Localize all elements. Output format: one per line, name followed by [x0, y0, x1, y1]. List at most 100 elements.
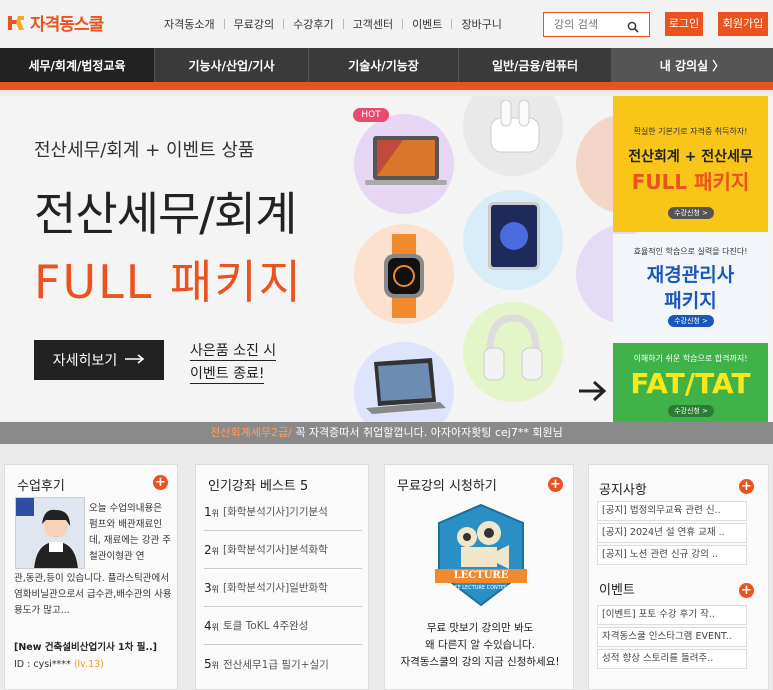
course-category: [화학분석기사]: [223, 544, 290, 556]
course-category: [화학분석기사]: [223, 506, 290, 518]
best5-item[interactable]: 4위 토클 ToKL 4주완성: [204, 607, 362, 645]
top-header: 자격동스쿨 자격동소개 무료강의 수강후기 고객센터 이벤트 장바구니 로그인 …: [0, 0, 773, 48]
rank-number: 2: [204, 542, 212, 557]
rank-label: 3위: [204, 581, 219, 595]
badge-sublabel: FREE LECTURE CONTENTS: [448, 585, 514, 591]
earbuds-icon: [487, 99, 543, 158]
category-tax-accounting[interactable]: 세무/회계/법정교육: [0, 48, 155, 82]
login-button[interactable]: 로그인: [665, 12, 703, 36]
best5-item[interactable]: 2위 [화학분석기사] 분석화학: [204, 531, 362, 569]
promo-enroll-button[interactable]: 수강신청 >: [668, 315, 714, 327]
accent-rule: [0, 82, 773, 90]
plus-icon[interactable]: +: [739, 583, 754, 598]
best5-item[interactable]: 3위 [화학분석기사] 일반화학: [204, 569, 362, 607]
topnav-cart[interactable]: 장바구니: [452, 16, 510, 32]
review-ticker[interactable]: 전산회계세무2급/ 꼭 자격증따서 취업할껍니다. 아자아자홧팅 cej7** …: [0, 422, 773, 444]
rank-unit: 위: [211, 546, 220, 556]
promo-tax-package[interactable]: 확실한 기본기로 자격증 취득하자! 전산회계 + 전산세무 FULL 패키지 …: [613, 96, 768, 232]
category-nav: 세무/회계/법정교육 기능사/산업/기사 기술사/기능장 일반/금융/컴퓨터 내…: [0, 48, 773, 82]
rank-number: 5: [204, 657, 212, 671]
topnav-events[interactable]: 이벤트: [403, 16, 451, 32]
brand-name: 자격동스쿨: [30, 15, 104, 35]
best5-card: 인기강좌 베스트 5 1위 [화학분석기사] 기기분석 2위 [화학분석기사] 분석화학…: [195, 464, 369, 690]
best5-item[interactable]: 5위 전산세무1급 필기+실기: [204, 645, 362, 683]
topnav-support[interactable]: 고객센터: [344, 16, 402, 32]
topnav-free-lectures[interactable]: 무료강의: [225, 16, 283, 32]
promo-title: 재경관리사: [646, 264, 735, 286]
tablet-icon: [486, 200, 542, 276]
best5-item[interactable]: 1위 [화학분석기사] 기기분석: [204, 493, 362, 531]
ticker-text: 꼭 자격증따서 취업할껍니다. 아자아자홧팅 cej7** 회원님: [291, 426, 563, 439]
promo-enroll-button[interactable]: 수강신청 >: [668, 207, 714, 219]
plus-icon[interactable]: +: [153, 475, 168, 490]
free-lecture-desc-line2: 왜 다른지 알 수있습니다.: [425, 639, 535, 651]
course-category: [화학분석기사]: [223, 582, 290, 594]
search-input[interactable]: [544, 13, 624, 36]
join-button[interactable]: 회원가입: [718, 12, 768, 36]
course-name: 전산세무1급 필기+실기: [223, 658, 329, 671]
event-item[interactable]: [이벤트] 포토 수강 후기 작..: [597, 605, 747, 625]
category-general-finance[interactable]: 일반/금융/컴퓨터: [459, 48, 612, 82]
banner-detail-button[interactable]: 자세히보기: [34, 340, 164, 380]
plus-icon[interactable]: +: [548, 477, 563, 492]
notice-title: 공지사항: [599, 483, 647, 498]
review-author-level: (lv.13): [73, 659, 104, 670]
review-course-link[interactable]: [New 건축설비산업기사 1차 필..]: [14, 639, 157, 653]
notice-item[interactable]: [공지] 노션 관련 신규 강의 ..: [597, 545, 747, 565]
course-name: 분석화학: [289, 544, 328, 556]
review-text-more: 관,동관,등이 있습니다. 플라스틱관에서 염화비닐관으로서 급수관,배수관의 …: [14, 573, 172, 616]
free-lecture-desc-line3: 자격동스쿨의 강의 지금 신청하세요!: [400, 656, 560, 668]
laptop-icon: [366, 358, 448, 422]
rank-label: 1위: [204, 505, 219, 519]
banner-title-package: FULL 패키지: [34, 255, 303, 309]
promo-title-package: 패키지: [664, 290, 717, 312]
free-lecture-desc-line1: 무료 맛보기 강의만 봐도: [426, 622, 534, 634]
rank-number: 3: [204, 580, 212, 595]
topnav-about[interactable]: 자격동소개: [155, 16, 224, 32]
rank-number: 4: [204, 618, 212, 633]
rank-label: 2위: [204, 543, 219, 557]
review-card: 수업후기 + 오늘 수업의내용은 펌프와 배관재료인데, 재료에는 강관 주철관…: [4, 464, 178, 690]
page: 자격동스쿨 자격동소개 무료강의 수강후기 고객센터 이벤트 장바구니 로그인 …: [0, 0, 773, 690]
promo-caption: 이해하기 쉬운 학습으로 합격까지!: [633, 354, 748, 363]
arrow-right-icon: [125, 352, 145, 368]
category-technician[interactable]: 기능사/산업/기사: [155, 48, 309, 82]
plus-icon[interactable]: +: [739, 479, 754, 494]
promo-caption: 확실한 기본기로 자격증 취득하자!: [633, 127, 748, 136]
hero-banner[interactable]: 전산세무/회계 + 이벤트 상품 전산세무/회계 FULL 패키지 자세히보기 …: [0, 96, 773, 426]
laptop-icon: [363, 134, 449, 194]
brand-logo[interactable]: 자격동스쿨: [6, 10, 104, 35]
banner-detail-label: 자세히보기: [52, 353, 118, 369]
logo-icon: [6, 13, 26, 33]
search-icon[interactable]: [627, 18, 639, 37]
notice-event-card: 공지사항 + [공지] 법정의무교육 관련 신.. [공지] 2024년 설 연…: [588, 464, 769, 690]
course-name: 일반화학: [289, 582, 328, 594]
event-item[interactable]: 성적 향상 스토리를 들려주..: [597, 649, 747, 669]
promo-enroll-button[interactable]: 수강신청 >: [668, 405, 714, 417]
review-author: ID : cysi**** (lv.13): [14, 659, 104, 670]
notice-item[interactable]: [공지] 법정의무교육 관련 신..: [597, 501, 747, 521]
review-author-id: ID : cysi****: [14, 659, 71, 670]
course-name: 기기분석: [289, 506, 328, 518]
topnav-reviews[interactable]: 수강후기: [284, 16, 342, 32]
rank-unit: 위: [211, 584, 220, 594]
promo-fat-tat[interactable]: 이해하기 쉬운 학습으로 합격까지! FAT/TAT 수강신청 >: [613, 343, 768, 426]
my-classroom-button[interactable]: 내 강의실 〉: [612, 48, 773, 82]
free-lecture-card[interactable]: 무료강의 시청하기 + LECTURE FREE LECTURE CONTENT…: [384, 464, 574, 690]
promo-caption: 효율적인 학습으로 실력을 다진다!: [633, 247, 748, 256]
gift-notice-line1: 사은품 소진 시: [190, 340, 277, 361]
category-master[interactable]: 기술사/기능장: [309, 48, 459, 82]
ticker-course: 전산회계세무2급/: [210, 426, 292, 439]
notice-item[interactable]: [공지] 2024년 설 연휴 교재 ..: [597, 523, 747, 543]
review-title: 수업후기: [17, 479, 65, 494]
banner-subtitle: 전산세무/회계 + 이벤트 상품: [34, 140, 255, 161]
event-item[interactable]: 자격동스쿨 인스타그램 EVENT..: [597, 627, 747, 647]
course-name: 토클 ToKL 4주완성: [223, 620, 309, 632]
promo-title: FAT/TAT: [630, 367, 751, 400]
gift-notice-line2: 이벤트 종료!: [190, 363, 265, 384]
rank-number: 1: [204, 504, 212, 519]
promo-finance-package[interactable]: 효율적인 학습으로 실력을 다진다! 재경관리사 패키지 수강신청 >: [613, 234, 768, 341]
arrow-right-icon[interactable]: [577, 379, 607, 407]
top-nav: 자격동소개 무료강의 수강후기 고객센터 이벤트 장바구니: [155, 16, 511, 32]
avatar: [15, 497, 85, 569]
